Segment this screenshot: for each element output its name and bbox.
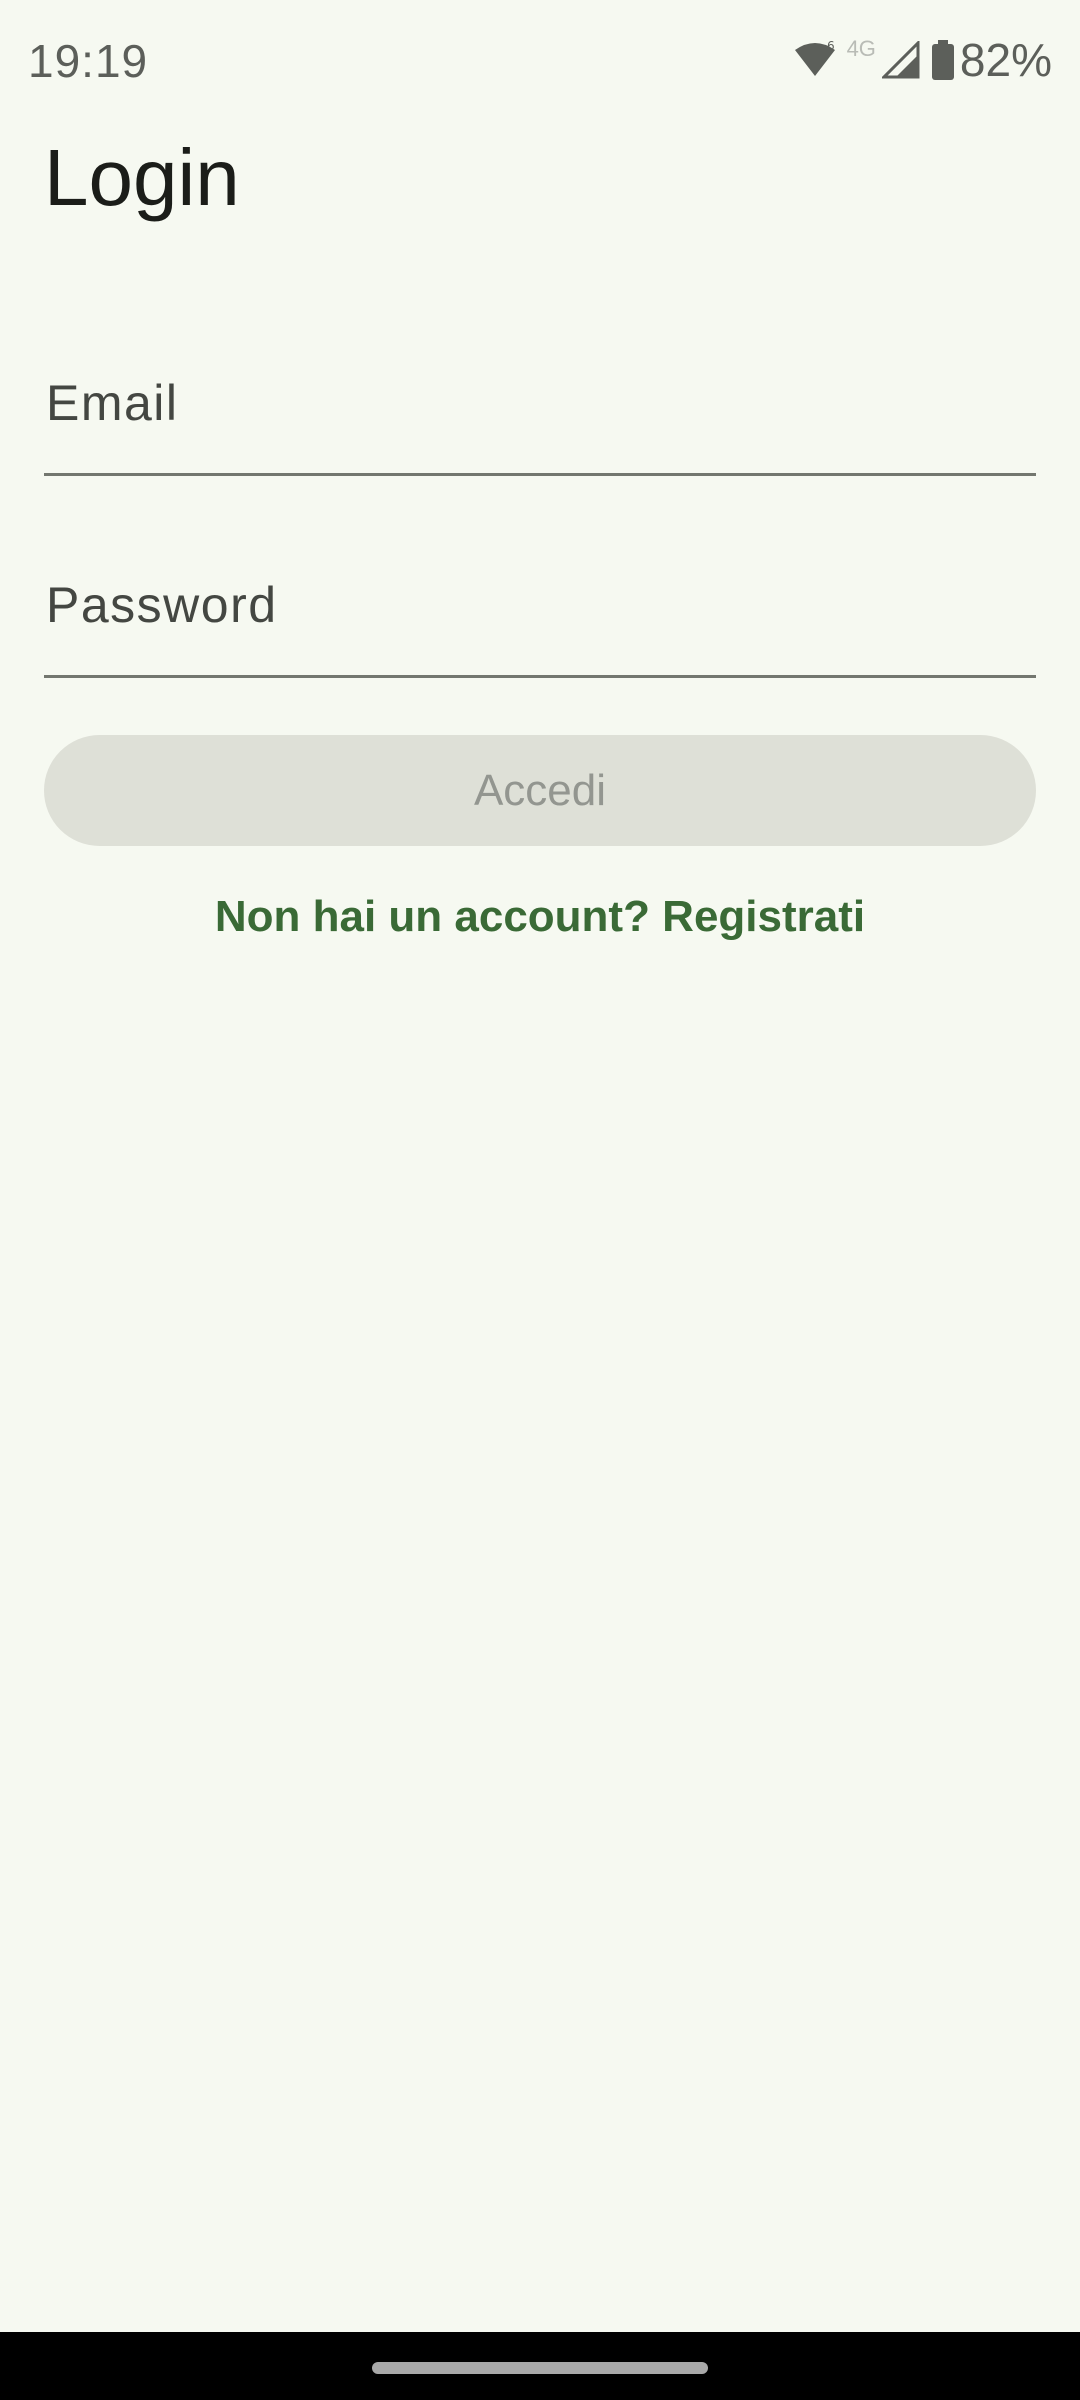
status-bar: 19:19 6 4G 82% [0,0,1080,120]
login-button[interactable]: Accedi [44,735,1036,846]
status-time: 19:19 [28,35,149,87]
navigation-bar [0,2332,1080,2400]
battery-percentage: 82% [959,34,1052,86]
email-field-container [44,366,1036,476]
password-field-container [44,568,1036,678]
register-link[interactable]: Non hai un account? Registrati [0,892,1080,942]
page-title: Login [44,133,240,222]
cell-signal-icon [881,41,920,79]
network-type-label: 4G [846,36,876,61]
battery-icon [931,40,954,80]
svg-text:6: 6 [827,40,835,53]
password-field[interactable] [44,568,1036,675]
status-icons: 6 4G 82% [793,30,1052,90]
email-field[interactable] [44,366,1036,473]
wifi-icon: 6 [793,40,837,80]
home-gesture-handle[interactable] [372,2362,708,2374]
